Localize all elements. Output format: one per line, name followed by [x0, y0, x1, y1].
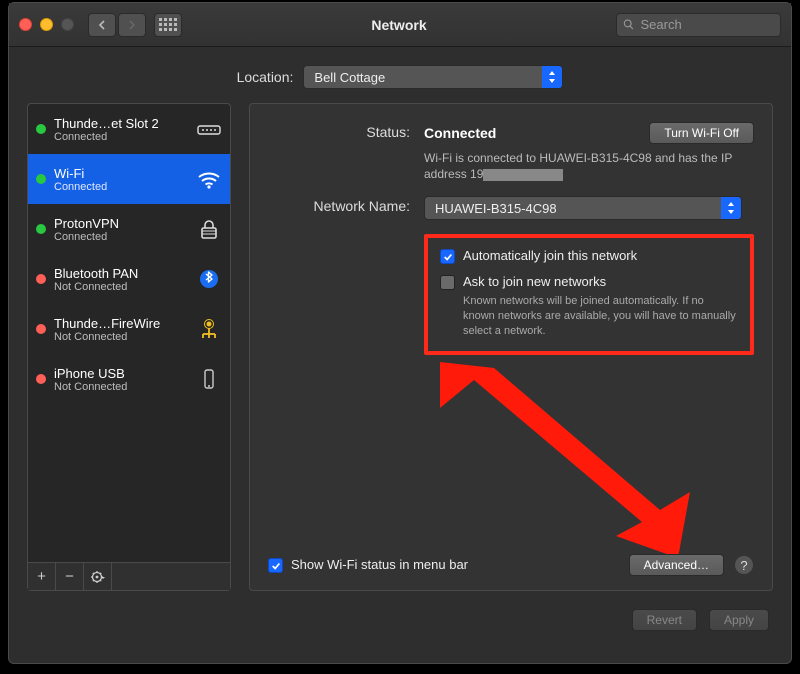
titlebar: Network: [9, 3, 791, 47]
show-menubar-checkbox[interactable]: [268, 558, 283, 573]
show-menubar-row: Show Wi-Fi status in menu bar: [268, 557, 468, 573]
footer-buttons: Revert Apply: [9, 603, 791, 631]
back-button[interactable]: [88, 13, 116, 37]
search-icon: [623, 18, 635, 31]
auto-join-row: Automatically join this network: [440, 248, 738, 264]
wifi-toggle-button[interactable]: Turn Wi-Fi Off: [649, 122, 754, 144]
status-dot: [36, 274, 46, 284]
sidebar-item-thunderbolt[interactable]: Thunde…et Slot 2 Connected: [28, 104, 230, 154]
wifi-icon: [196, 168, 222, 190]
minimize-window-button[interactable]: [40, 18, 53, 31]
show-menubar-label: Show Wi-Fi status in menu bar: [291, 557, 468, 572]
sidebar-item-label: Thunde…FireWire: [54, 316, 188, 331]
sidebar-item-label: Thunde…et Slot 2: [54, 116, 188, 131]
apply-button[interactable]: Apply: [709, 609, 769, 631]
sidebar-item-status: Connected: [54, 181, 188, 193]
sidebar-item-label: Wi-Fi: [54, 166, 188, 181]
sidebar-item-status: Connected: [54, 131, 188, 143]
sidebar-item-status: Not Connected: [54, 381, 188, 393]
search-input[interactable]: [641, 17, 775, 32]
sidebar-item-wifi[interactable]: Wi-Fi Connected: [28, 154, 230, 204]
service-actions-menu[interactable]: [84, 563, 112, 591]
check-icon: [271, 561, 281, 571]
nav-buttons: [88, 13, 146, 37]
redacted-ip: [483, 169, 563, 181]
location-value: Bell Cottage: [314, 70, 385, 85]
chevron-right-icon: [127, 20, 137, 30]
status-dot: [36, 124, 46, 134]
chevron-left-icon: [97, 20, 107, 30]
help-button[interactable]: ?: [734, 555, 754, 575]
ethernet-icon: [196, 118, 222, 140]
sidebar-item-status: Not Connected: [54, 281, 188, 293]
status-dot: [36, 374, 46, 384]
annotation-arrow: [410, 362, 710, 562]
auto-join-label: Automatically join this network: [463, 248, 637, 263]
ask-join-row: Ask to join new networks Known networks …: [440, 274, 738, 339]
sidebar-item-label: iPhone USB: [54, 366, 188, 381]
status-label: Status:: [268, 122, 424, 140]
location-label: Location:: [237, 69, 294, 85]
add-service-button[interactable]: +: [28, 563, 56, 591]
close-window-button[interactable]: [19, 18, 32, 31]
network-name-label: Network Name:: [268, 196, 424, 214]
search-field-wrap[interactable]: [616, 13, 781, 37]
sidebar-item-protonvpn[interactable]: ProtonVPN Connected: [28, 204, 230, 254]
remove-service-button[interactable]: −: [56, 563, 84, 591]
sidebar-footer: + −: [28, 562, 230, 590]
sidebar-item-label: Bluetooth PAN: [54, 266, 188, 281]
network-name-row: Network Name: HUAWEI-B315-4C98: [268, 196, 754, 220]
updown-icon: [727, 202, 735, 214]
sidebar-item-status: Connected: [54, 231, 188, 243]
check-icon: [443, 252, 453, 262]
status-dot: [36, 174, 46, 184]
zoom-window-button[interactable]: [61, 18, 74, 31]
gear-icon: [89, 570, 107, 584]
location-select[interactable]: Bell Cottage: [303, 65, 563, 89]
service-sidebar: Thunde…et Slot 2 Connected Wi-Fi Connect…: [27, 103, 231, 591]
detail-panel: Status: Connected Turn Wi-Fi Off Wi-Fi i…: [249, 103, 773, 591]
sidebar-item-label: ProtonVPN: [54, 216, 188, 231]
revert-button[interactable]: Revert: [632, 609, 697, 631]
service-list[interactable]: Thunde…et Slot 2 Connected Wi-Fi Connect…: [28, 104, 230, 562]
phone-icon: [196, 368, 222, 390]
network-name-select[interactable]: HUAWEI-B315-4C98: [424, 196, 742, 220]
ask-join-checkbox[interactable]: [440, 275, 455, 290]
status-dot: [36, 324, 46, 334]
updown-icon: [548, 71, 556, 83]
bluetooth-icon: [196, 268, 222, 290]
select-stepper: [721, 197, 741, 219]
lock-icon: [196, 218, 222, 240]
sidebar-item-status: Not Connected: [54, 331, 188, 343]
bottom-row: Show Wi-Fi status in menu bar Advanced… …: [268, 554, 754, 576]
window-title: Network: [182, 17, 616, 33]
ask-join-hint: Known networks will be joined automatica…: [463, 294, 738, 339]
status-value: Connected: [424, 125, 496, 141]
location-row: Location: Bell Cottage: [9, 47, 791, 103]
grid-icon: [159, 18, 177, 31]
advanced-button[interactable]: Advanced…: [629, 554, 724, 576]
status-row: Status: Connected Turn Wi-Fi Off Wi-Fi i…: [268, 122, 754, 182]
status-dot: [36, 224, 46, 234]
select-stepper: [542, 66, 562, 88]
firewire-icon: [196, 318, 222, 340]
window-controls: [19, 18, 74, 31]
network-name-value: HUAWEI-B315-4C98: [435, 201, 557, 216]
auto-join-checkbox[interactable]: [440, 249, 455, 264]
ask-join-label: Ask to join new networks: [463, 274, 738, 289]
sidebar-item-bluetooth[interactable]: Bluetooth PAN Not Connected: [28, 254, 230, 304]
sidebar-item-iphone-usb[interactable]: iPhone USB Not Connected: [28, 354, 230, 404]
preferences-window: Network Location: Bell Cottage Thunde…et…: [8, 2, 792, 664]
forward-button[interactable]: [118, 13, 146, 37]
sidebar-item-firewire[interactable]: Thunde…FireWire Not Connected: [28, 304, 230, 354]
highlighted-options: Automatically join this network Ask to j…: [424, 234, 754, 355]
show-all-button[interactable]: [154, 13, 182, 37]
status-description: Wi-Fi is connected to HUAWEI-B315-4C98 a…: [424, 150, 754, 182]
